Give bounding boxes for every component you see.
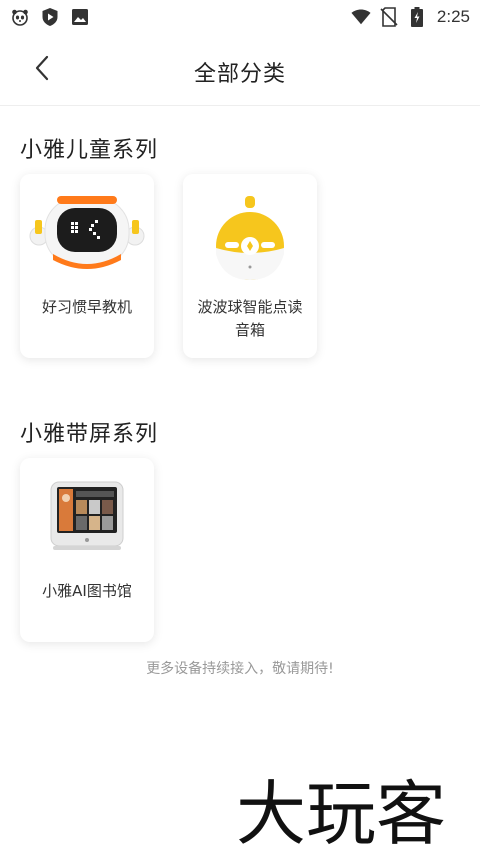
status-time: 2:25	[436, 7, 470, 26]
screen-device-image	[20, 478, 154, 574]
panda-app-icon	[10, 7, 30, 27]
no-sim-icon	[379, 7, 399, 27]
play-shield-icon	[40, 7, 60, 27]
device-card-ai-library[interactable]: 小雅AI图书馆	[20, 458, 154, 642]
section-title-children: 小雅儿童系列	[20, 138, 159, 163]
section-title-screen: 小雅带屏系列	[20, 422, 159, 447]
footer-note: 更多设备持续接入，敬请期待!	[146, 661, 334, 677]
watermark-logo: 大玩客	[236, 772, 476, 854]
robot-learning-device-image	[20, 194, 154, 290]
image-icon	[70, 7, 90, 27]
device-card-early-education[interactable]: 好习惯早教机	[20, 174, 154, 358]
battery-charging-icon	[407, 7, 427, 27]
status-bar: 2:25	[0, 0, 480, 34]
device-card-label: 好习惯早教机	[41, 298, 132, 316]
page-title: 全部分类	[193, 62, 286, 87]
header: 全部分类	[0, 34, 480, 106]
device-card-bobo-ball[interactable]: 波波球智能点读音箱	[183, 174, 317, 358]
status-right: 2:25	[351, 7, 470, 27]
yellow-ball-speaker-image	[183, 194, 317, 290]
svg-text:大玩客: 大玩客	[236, 773, 446, 850]
status-left	[10, 7, 90, 27]
wifi-icon	[351, 7, 371, 27]
device-card-label: 波波球智能点读音箱	[197, 298, 303, 339]
device-card-label: 小雅AI图书馆	[42, 582, 132, 600]
